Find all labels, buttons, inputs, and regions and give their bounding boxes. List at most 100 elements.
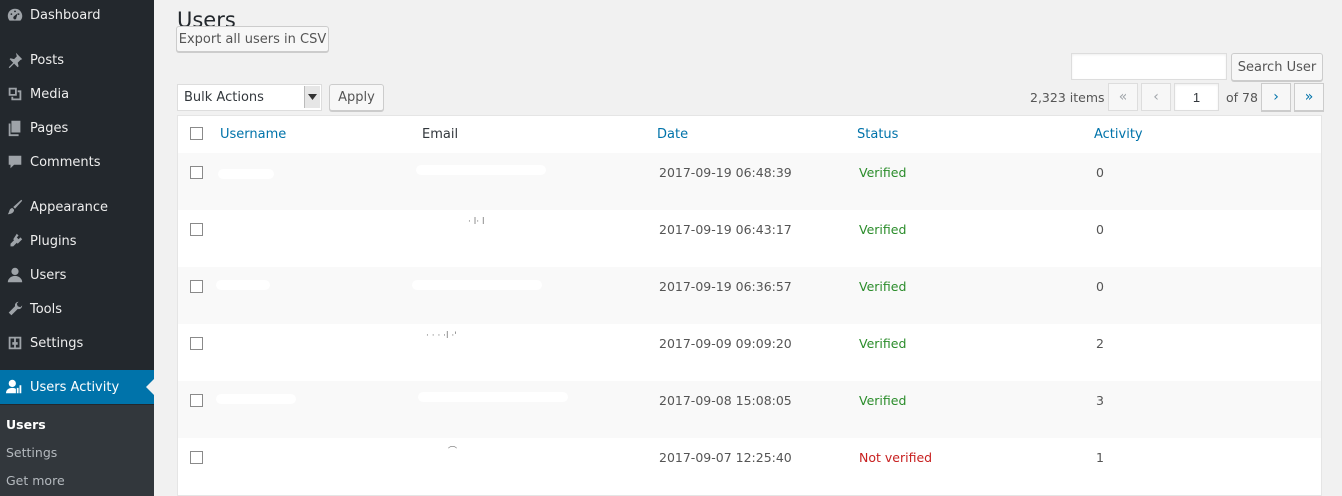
- redacted-username: [218, 169, 274, 179]
- status-cell: Verified: [859, 222, 907, 237]
- export-csv-button[interactable]: Export all users in CSV: [176, 26, 329, 52]
- date-cell: 2017-09-07 12:25:40: [659, 450, 792, 465]
- status-cell: Verified: [859, 165, 907, 180]
- active-menu-arrow: [146, 379, 154, 395]
- table-row: · · · ·l ·' 2017-09-09 09:09:20 Verified…: [178, 324, 1321, 381]
- redacted-email: [416, 165, 546, 175]
- activity-cell: 3: [1096, 393, 1104, 408]
- menu-item-pages[interactable]: Pages: [0, 111, 154, 145]
- media-icon: [0, 85, 30, 103]
- menu-label: Dashboard: [30, 7, 101, 23]
- brush-icon: [0, 198, 30, 216]
- pin-icon: [0, 51, 30, 69]
- date-cell: 2017-09-19 06:48:39: [659, 165, 792, 180]
- submenu-item-users[interactable]: Users: [6, 417, 46, 432]
- next-page-button[interactable]: ›: [1261, 83, 1291, 111]
- menu-item-users[interactable]: Users: [0, 258, 154, 292]
- date-cell: 2017-09-19 06:43:17: [659, 222, 792, 237]
- menu-label: Settings: [30, 335, 84, 351]
- redacted-username: [216, 394, 296, 404]
- admin-sidebar: Dashboard Posts Media Pages Comments App…: [0, 0, 154, 496]
- redacted-email: · · · ·l ·': [426, 331, 457, 341]
- activity-cell: 1: [1096, 450, 1104, 465]
- dashboard-icon: [0, 6, 30, 24]
- menu-label: Plugins: [30, 233, 77, 249]
- last-page-button[interactable]: »: [1294, 83, 1324, 111]
- table-row: 2017-09-08 15:08:05 Verified 3: [178, 381, 1321, 438]
- table-row: ⌒ 2017-09-07 12:25:40 Not verified 1: [178, 438, 1321, 495]
- users-activity-submenu: Users Settings Get more: [0, 405, 154, 496]
- row-checkbox[interactable]: [190, 280, 203, 293]
- pages-icon: [0, 119, 30, 137]
- activity-cell: 0: [1096, 222, 1104, 237]
- plugin-icon: [0, 232, 30, 250]
- total-pages: of 78: [1226, 90, 1258, 105]
- row-checkbox[interactable]: [190, 451, 203, 464]
- date-cell: 2017-09-09 09:09:20: [659, 336, 792, 351]
- menu-label: Appearance: [30, 199, 109, 215]
- redacted-username: [216, 280, 270, 290]
- menu-item-plugins[interactable]: Plugins: [0, 224, 154, 258]
- apply-button[interactable]: Apply: [329, 84, 384, 111]
- status-cell: Verified: [859, 336, 907, 351]
- status-cell: Verified: [859, 279, 907, 294]
- users-table: Username Email Date Status Activity 2017…: [177, 115, 1322, 496]
- bulk-actions-select[interactable]: Bulk Actions: [177, 84, 322, 111]
- column-username[interactable]: Username: [220, 127, 286, 142]
- redacted-email: · l· l: [468, 217, 485, 227]
- row-checkbox[interactable]: [190, 223, 203, 236]
- search-user-button[interactable]: Search User: [1231, 53, 1323, 81]
- activity-cell: 2: [1096, 336, 1104, 351]
- menu-label: Media: [30, 86, 70, 102]
- table-row: · l· l 2017-09-19 06:43:17 Verified 0: [178, 210, 1321, 267]
- menu-item-tools[interactable]: Tools: [0, 292, 154, 326]
- chevron-down-icon: [304, 86, 320, 108]
- status-cell: Not verified: [859, 450, 933, 465]
- menu-item-media[interactable]: Media: [0, 77, 154, 111]
- row-checkbox[interactable]: [190, 166, 203, 179]
- current-page-input[interactable]: [1174, 83, 1219, 111]
- table-row: 2017-09-19 06:36:57 Verified 0: [178, 267, 1321, 324]
- row-checkbox[interactable]: [190, 394, 203, 407]
- column-activity[interactable]: Activity: [1094, 127, 1143, 142]
- comment-icon: [0, 153, 30, 171]
- users-activity-icon: [0, 378, 30, 396]
- date-cell: 2017-09-08 15:08:05: [659, 393, 792, 408]
- menu-item-comments[interactable]: Comments: [0, 145, 154, 179]
- search-input[interactable]: [1071, 53, 1227, 80]
- table-row: 2017-09-19 06:48:39 Verified 0: [178, 153, 1321, 210]
- menu-label: Tools: [30, 301, 63, 317]
- menu-label: Posts: [30, 52, 64, 68]
- prev-page-button[interactable]: ‹: [1141, 83, 1171, 111]
- redacted-email: [418, 392, 568, 402]
- items-count: 2,323 items: [1030, 90, 1105, 105]
- redacted-email: ⌒: [448, 447, 458, 457]
- activity-cell: 0: [1096, 279, 1104, 294]
- menu-item-dashboard[interactable]: Dashboard: [0, 0, 154, 32]
- user-icon: [0, 266, 30, 284]
- column-email: Email: [422, 127, 459, 142]
- wrench-icon: [0, 300, 30, 318]
- menu-label: Users: [30, 267, 67, 283]
- menu-item-users-activity[interactable]: Users Activity: [0, 370, 154, 404]
- column-date[interactable]: Date: [657, 127, 688, 142]
- first-page-button[interactable]: «: [1108, 83, 1138, 111]
- menu-label: Users Activity: [30, 379, 120, 395]
- bulk-actions-value: Bulk Actions: [184, 90, 264, 105]
- settings-icon: [0, 334, 30, 352]
- submenu-item-settings[interactable]: Settings: [6, 445, 57, 460]
- row-checkbox[interactable]: [190, 337, 203, 350]
- activity-cell: 0: [1096, 165, 1104, 180]
- menu-label: Pages: [30, 120, 69, 136]
- column-status[interactable]: Status: [857, 127, 898, 142]
- menu-item-posts[interactable]: Posts: [0, 43, 154, 77]
- submenu-item-get-more[interactable]: Get more: [6, 473, 65, 488]
- table-header: Username Email Date Status Activity: [178, 116, 1321, 154]
- select-all-checkbox[interactable]: [190, 127, 203, 140]
- menu-item-appearance[interactable]: Appearance: [0, 190, 154, 224]
- menu-label: Comments: [30, 154, 101, 170]
- date-cell: 2017-09-19 06:36:57: [659, 279, 792, 294]
- menu-item-settings[interactable]: Settings: [0, 326, 154, 360]
- status-cell: Verified: [859, 393, 907, 408]
- redacted-email: [412, 280, 542, 290]
